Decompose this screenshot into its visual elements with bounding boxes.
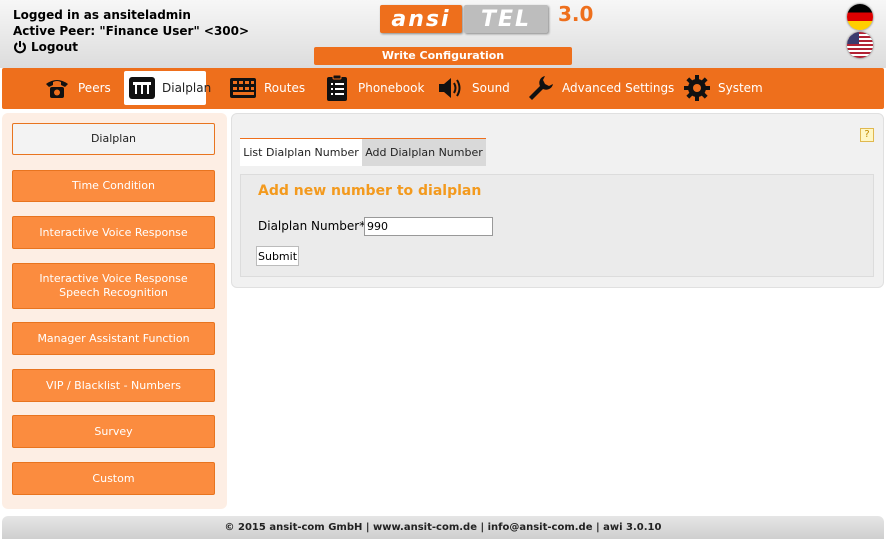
nav-item-peers[interactable]: Peers — [38, 71, 115, 105]
write-configuration-button[interactable]: Write Configuration — [314, 47, 572, 65]
sidebar-item-interactive-voice-response[interactable]: Interactive Voice Response — [12, 216, 215, 249]
nav-label-routes: Routes — [264, 81, 306, 95]
nav-label-dialplan: Dialplan — [162, 81, 212, 95]
form-title: Add new number to dialplan — [258, 183, 482, 199]
logo-tel: TEL — [464, 5, 548, 33]
nav-label-sound: Sound — [472, 81, 510, 95]
nav-item-dialplan[interactable]: Dialplan — [124, 71, 211, 105]
submit-button[interactable]: Submit — [256, 246, 299, 266]
sidebar-item-custom[interactable]: Custom — [12, 462, 215, 495]
sidebar-item-vip-blacklist[interactable]: VIP / Blacklist - Numbers — [12, 369, 215, 402]
sidebar-item-manager-assistant-function[interactable]: Manager Assistant Function — [12, 322, 215, 355]
login-info: Logged in as ansiteladmin Active Peer: "… — [13, 7, 249, 55]
power-icon — [14, 41, 26, 54]
main-nav: Peers Dialplan Routes Phonebook Sound Ad… — [2, 68, 884, 109]
help-icon[interactable]: ? — [860, 128, 874, 142]
german-flag-icon[interactable] — [847, 4, 873, 30]
nav-label-phonebook: Phonebook — [358, 81, 425, 95]
tab-add-dialplan-number[interactable]: Add Dialplan Number — [362, 138, 486, 166]
sidebar-item-survey[interactable]: Survey — [12, 415, 215, 448]
logo-version: 3.0 — [558, 2, 594, 26]
speaker-icon — [436, 74, 466, 102]
logo-ansi: ansi — [380, 5, 462, 33]
us-flag-icon[interactable] — [847, 32, 873, 58]
logout-link[interactable]: Logout — [13, 39, 249, 55]
sidebar-item-dialplan[interactable]: Dialplan — [12, 123, 215, 155]
phonebook-icon — [322, 74, 352, 102]
header: Logged in as ansiteladmin Active Peer: "… — [0, 0, 886, 68]
main-content: ? List Dialplan Number Add Dialplan Numb… — [231, 113, 884, 288]
add-number-form: Add new number to dialplan Dialplan Numb… — [240, 174, 874, 277]
nav-item-routes[interactable]: Routes — [224, 71, 309, 105]
logged-in-text: Logged in as ansiteladmin — [13, 8, 191, 22]
dialplan-number-input[interactable] — [364, 217, 493, 236]
nav-label-peers: Peers — [78, 81, 111, 95]
nav-item-phonebook[interactable]: Phonebook — [318, 71, 428, 105]
routes-icon — [228, 74, 258, 102]
sidebar: Dialplan Time Condition Interactive Voic… — [2, 113, 227, 509]
nav-item-sound[interactable]: Sound — [432, 71, 514, 105]
nav-item-system[interactable]: System — [678, 71, 767, 105]
dialplan-number-label: Dialplan Number* — [258, 219, 366, 233]
sidebar-item-ivr-speech-recognition[interactable]: Interactive Voice Response Speech Recogn… — [12, 263, 215, 309]
nav-item-advanced-settings[interactable]: Advanced Settings — [522, 71, 678, 105]
footer: © 2015 ansit-com GmbH | www.ansit-com.de… — [2, 516, 884, 539]
wrench-icon — [526, 74, 556, 102]
gear-icon — [682, 74, 712, 102]
nav-label-system: System — [718, 81, 763, 95]
phone-icon — [42, 74, 72, 102]
tab-list-dialplan-number[interactable]: List Dialplan Number — [240, 138, 362, 166]
sidebar-item-time-condition[interactable]: Time Condition — [12, 170, 215, 202]
dialplan-icon — [128, 74, 156, 102]
active-peer-text: Active Peer: "Finance User" <300> — [13, 24, 250, 38]
nav-label-advanced-settings: Advanced Settings — [562, 81, 675, 95]
ansitel-logo: ansi TEL 3.0 — [380, 2, 594, 33]
logout-label: Logout — [31, 40, 79, 54]
